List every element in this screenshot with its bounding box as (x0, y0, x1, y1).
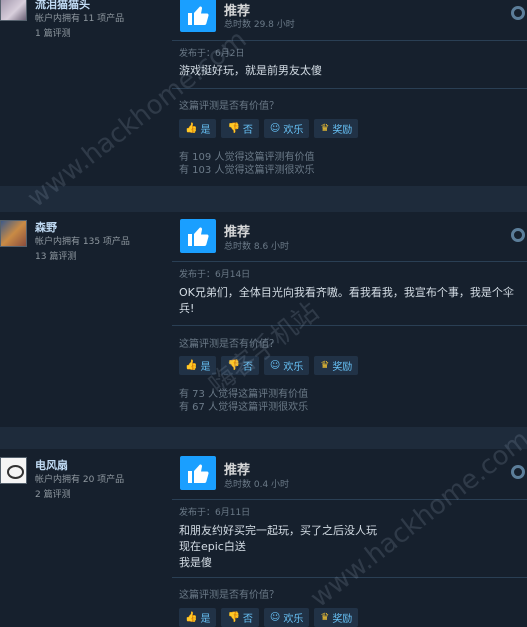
thumbs-up-icon: 👍 (185, 123, 198, 134)
avatar[interactable] (0, 457, 27, 484)
steam-icon[interactable] (511, 228, 525, 242)
posted-date: 发布于：6月14日 (179, 270, 251, 280)
owned-products[interactable]: 帐户内拥有 20 项产品 (35, 473, 124, 487)
reviewer-name[interactable]: 森野 (35, 219, 57, 235)
posted-date: 发布于：6月2日 (179, 49, 245, 59)
vote-funny-button[interactable]: ☺ 欢乐 (263, 119, 310, 138)
award-icon: ♛ (320, 123, 330, 134)
review-text-line: 我是傻 (179, 556, 212, 569)
award-button[interactable]: ♛ 奖励 (314, 608, 359, 627)
review-text: 游戏挺好玩，就是前男友太傻 (179, 64, 322, 77)
thumbs-up-icon: 👍 (185, 612, 198, 623)
vote-funny-button[interactable]: ☺ 欢乐 (263, 608, 310, 627)
thumbs-up-icon (180, 456, 216, 490)
steam-icon[interactable] (511, 6, 525, 20)
funny-count: 有 67 人觉得这篇评测很欢乐 (179, 402, 309, 413)
review-body: 推荐 总时数 0.4 小时 发布于：6月11日 和朋友约好买完一起玩，买了之后没… (172, 449, 527, 627)
recommend-label: 推荐 (224, 225, 251, 240)
helpful-question: 这篇评测是否有价值？ (179, 101, 279, 112)
divider (172, 577, 527, 578)
review-card: 森野 帐户内拥有 135 项产品 13 篇评测 推荐 总时数 8.6 小时 发布… (0, 212, 527, 427)
vote-funny-button[interactable]: ☺ 欢乐 (263, 356, 310, 375)
posted-date: 发布于：6月11日 (179, 508, 251, 518)
smile-icon: ☺ (269, 360, 281, 371)
vote-yes-button[interactable]: 👍 是 (179, 356, 217, 375)
vote-buttons: 👍 是 👎 否 ☺ 欢乐 ♛ 奖励 (179, 119, 359, 138)
helpful-count: 有 109 人觉得这篇评测有价值 (179, 152, 315, 163)
vote-buttons: 👍 是 👎 否 ☺ 欢乐 ♛ 奖励 (179, 608, 359, 627)
thumbs-down-icon: 👎 (227, 612, 240, 623)
thumbs-down-icon: 👎 (227, 360, 240, 371)
steam-reviews-page: 流泪猫猫头 帐户内拥有 11 项产品 1 篇评测 推荐 总时数 29.8 小时 … (0, 0, 527, 627)
smile-icon: ☺ (269, 612, 281, 623)
helpful-count: 有 73 人觉得这篇评测有价值 (179, 389, 309, 400)
divider (172, 40, 527, 41)
playtime: 总时数 0.4 小时 (224, 480, 290, 490)
vote-yes-button[interactable]: 👍 是 (179, 119, 217, 138)
funny-count: 有 103 人觉得这篇评测很欢乐 (179, 165, 315, 176)
award-button[interactable]: ♛ 奖励 (314, 119, 359, 138)
review-text: 和朋友约好买完一起玩，买了之后没人玩 现在epic白送 我是傻 (179, 523, 517, 571)
review-body: 推荐 总时数 29.8 小时 发布于：6月2日 游戏挺好玩，就是前男友太傻 这篇… (172, 0, 527, 186)
award-button[interactable]: ♛ 奖励 (314, 356, 359, 375)
playtime: 总时数 8.6 小时 (224, 242, 290, 252)
review-separator (0, 427, 527, 449)
vote-no-button[interactable]: 👎 否 (221, 119, 259, 138)
divider (172, 261, 527, 262)
thumbs-up-icon (180, 0, 216, 32)
review-count[interactable]: 2 篇评测 (35, 488, 71, 502)
steam-icon[interactable] (511, 465, 525, 479)
recommend-label: 推荐 (224, 463, 251, 478)
avatar[interactable] (0, 220, 27, 247)
review-body: 推荐 总时数 8.6 小时 发布于：6月14日 OK兄弟们，全体目光向我看齐嗷。… (172, 212, 527, 427)
review-separator (0, 186, 527, 212)
review-card: 流泪猫猫头 帐户内拥有 11 项产品 1 篇评测 推荐 总时数 29.8 小时 … (0, 0, 527, 186)
thumbs-down-icon: 👎 (227, 123, 240, 134)
helpful-question: 这篇评测是否有价值？ (179, 339, 279, 350)
divider (172, 325, 527, 326)
reviewer-name[interactable]: 流泪猫猫头 (35, 0, 90, 12)
review-count[interactable]: 13 篇评测 (35, 250, 76, 264)
thumbs-up-icon (180, 219, 216, 253)
owned-products[interactable]: 帐户内拥有 11 项产品 (35, 12, 124, 26)
award-icon: ♛ (320, 612, 330, 623)
divider (172, 499, 527, 500)
review-text: OK兄弟们，全体目光向我看齐嗷。看我看我，我宣布个事，我是个伞兵! (179, 286, 514, 315)
review-text-line: 现在epic白送 (179, 540, 246, 553)
reviewer-name[interactable]: 电风扇 (35, 457, 68, 473)
smile-icon: ☺ (269, 123, 281, 134)
thumbs-up-icon: 👍 (185, 360, 198, 371)
review-count[interactable]: 1 篇评测 (35, 27, 71, 41)
review-card: 电风扇 帐户内拥有 20 项产品 2 篇评测 推荐 总时数 0.4 小时 发布于… (0, 449, 527, 627)
playtime: 总时数 29.8 小时 (224, 20, 295, 30)
divider (172, 88, 527, 89)
award-icon: ♛ (320, 360, 330, 371)
review-text-line: 和朋友约好买完一起玩，买了之后没人玩 (179, 524, 377, 537)
vote-yes-button[interactable]: 👍 是 (179, 608, 217, 627)
owned-products[interactable]: 帐户内拥有 135 项产品 (35, 235, 130, 249)
helpful-question: 这篇评测是否有价值？ (179, 590, 279, 601)
vote-buttons: 👍 是 👎 否 ☺ 欢乐 ♛ 奖励 (179, 356, 359, 375)
avatar[interactable] (0, 0, 27, 21)
vote-no-button[interactable]: 👎 否 (221, 356, 259, 375)
vote-no-button[interactable]: 👎 否 (221, 608, 259, 627)
